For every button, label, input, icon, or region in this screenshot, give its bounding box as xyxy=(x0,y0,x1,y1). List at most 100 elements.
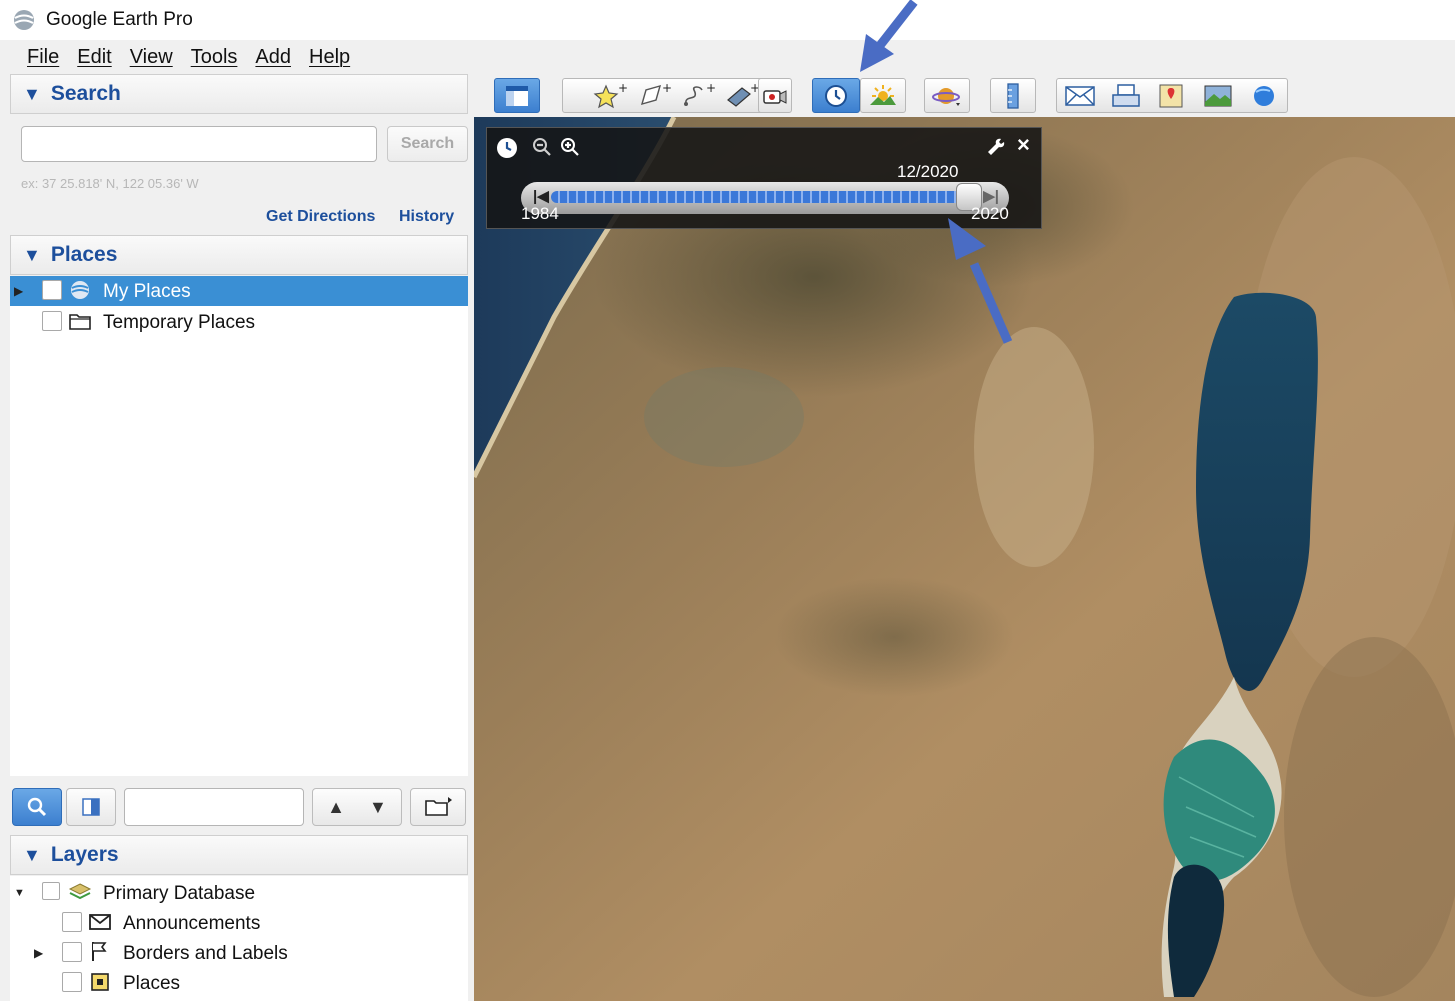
zoom-in-icon[interactable] xyxy=(559,136,581,158)
add-placemark-icon[interactable]: + xyxy=(592,82,628,110)
search-area: Search ex: 37 25.818' N, 122 05.36' W Ge… xyxy=(10,114,468,232)
print-icon[interactable] xyxy=(1108,82,1144,110)
ruler-button[interactable] xyxy=(990,78,1036,113)
collapse-triangle-icon: ▼ xyxy=(23,83,41,104)
flag-icon xyxy=(92,942,107,961)
search-button[interactable]: Search xyxy=(387,126,468,162)
share-tools-group xyxy=(1056,78,1288,113)
layer-announcements[interactable]: Announcements xyxy=(10,908,468,938)
layer-places[interactable]: Places xyxy=(10,968,468,998)
add-tools-group: + + + + xyxy=(562,78,790,113)
skip-to-end-icon[interactable]: ▶| xyxy=(983,187,999,205)
history-link[interactable]: History xyxy=(399,208,454,226)
places-layer-checkbox[interactable] xyxy=(62,972,82,992)
add-folder-button[interactable] xyxy=(410,788,466,826)
tree-item-label: My Places xyxy=(103,281,191,302)
historical-imagery-button[interactable] xyxy=(812,78,860,113)
borders-labels-checkbox[interactable] xyxy=(62,942,82,962)
annotation-arrow-slider xyxy=(948,218,1013,344)
tree-item-temporary-places[interactable]: Temporary Places xyxy=(10,307,468,337)
layer-label: Borders and Labels xyxy=(123,943,288,964)
earth-view-icon[interactable] xyxy=(1246,82,1282,110)
save-image-icon[interactable] xyxy=(1200,82,1236,110)
layer-borders-and-labels[interactable]: ▶ Borders and Labels xyxy=(10,938,468,968)
skip-to-start-icon[interactable]: |◀ xyxy=(533,187,549,205)
switch-planet-icon xyxy=(932,87,960,106)
search-places-button[interactable] xyxy=(12,788,62,826)
expand-arrow-icon[interactable]: ▶ xyxy=(34,946,43,960)
add-image-overlay-icon[interactable]: + xyxy=(724,82,760,110)
time-slider-fill xyxy=(551,191,969,203)
sidebar-toggle-button[interactable] xyxy=(494,78,540,113)
move-up-icon[interactable]: ▲ xyxy=(327,797,345,818)
panel-toggle-icon xyxy=(82,798,100,816)
zoom-out-icon[interactable] xyxy=(531,136,553,158)
clock-icon[interactable] xyxy=(495,136,519,160)
main-toolbar: + + + + xyxy=(472,74,1455,117)
places-toolbar: ▲ ▼ xyxy=(10,782,468,832)
places-filter-input[interactable] xyxy=(124,788,304,826)
places-tree: ▶ My Places Temporary Places xyxy=(10,276,468,776)
wrench-icon[interactable] xyxy=(985,136,1007,158)
tree-item-label: Temporary Places xyxy=(103,312,256,333)
search-input[interactable] xyxy=(21,126,377,162)
record-tour-button[interactable] xyxy=(758,78,792,113)
layer-label: Announcements xyxy=(123,913,261,934)
email-icon[interactable] xyxy=(1062,82,1098,110)
places-panel-header[interactable]: ▼ Places xyxy=(10,235,468,275)
folder-icon xyxy=(69,314,91,330)
menu-add[interactable]: Add xyxy=(255,46,291,69)
menu-edit[interactable]: Edit xyxy=(77,46,111,69)
svg-text:+: + xyxy=(618,82,628,95)
add-path-icon[interactable]: + xyxy=(680,82,716,110)
layer-label: Places xyxy=(123,973,181,994)
view-in-maps-icon[interactable] xyxy=(1154,82,1190,110)
my-places-checkbox[interactable] xyxy=(42,280,62,300)
record-tour-icon xyxy=(763,89,787,104)
toggle-panel-button[interactable] xyxy=(66,788,116,826)
left-panel: ▼ Search Search ex: 37 25.818' N, 122 05… xyxy=(0,74,472,1001)
collapse-triangle-icon: ▼ xyxy=(23,244,41,265)
collapse-triangle-icon: ▼ xyxy=(23,844,41,865)
annotation-arrow-toolbar xyxy=(860,0,918,72)
primary-database-checkbox[interactable] xyxy=(42,882,60,900)
announcements-checkbox[interactable] xyxy=(62,912,82,932)
envelope-icon xyxy=(89,914,111,930)
time-slider-start-year: 1984 xyxy=(521,204,559,223)
switch-planet-button[interactable] xyxy=(924,78,970,113)
historical-imagery-icon xyxy=(825,84,847,107)
time-slider-track[interactable]: |◀ ▶| xyxy=(521,182,1009,214)
menu-tools[interactable]: Tools xyxy=(191,46,238,69)
place-square-icon xyxy=(91,973,109,991)
expand-arrow-icon[interactable]: ▼ xyxy=(14,887,25,899)
temporary-places-checkbox[interactable] xyxy=(42,311,62,331)
menu-bar: File Edit View Tools Add Help xyxy=(0,40,1455,74)
title-bar: Google Earth Pro xyxy=(0,0,1455,40)
get-directions-link[interactable]: Get Directions xyxy=(266,208,375,226)
layer-primary-database[interactable]: ▼ Primary Database xyxy=(10,878,468,908)
layers-panel-header[interactable]: ▼ Layers xyxy=(10,835,468,875)
close-icon[interactable]: × xyxy=(1017,132,1030,158)
earth-icon xyxy=(71,281,89,299)
folder-add-icon xyxy=(425,797,452,816)
sunlight-button[interactable] xyxy=(860,78,906,113)
menu-help[interactable]: Help xyxy=(309,46,350,69)
search-header-label: Search xyxy=(50,82,121,105)
layers-header-label: Layers xyxy=(50,843,119,866)
move-down-icon[interactable]: ▼ xyxy=(369,797,387,818)
add-polygon-icon[interactable]: + xyxy=(636,82,672,110)
ruler-icon xyxy=(1007,82,1019,109)
layers-stack-icon xyxy=(68,883,92,900)
time-slider-current-date: 12/2020 xyxy=(897,162,959,181)
menu-view[interactable]: View xyxy=(130,46,173,69)
places-header-label: Places xyxy=(50,243,118,266)
window-title: Google Earth Pro xyxy=(46,9,193,30)
expand-arrow-icon[interactable]: ▶ xyxy=(14,284,23,298)
search-panel-header[interactable]: ▼ Search xyxy=(10,74,468,114)
svg-text:+: + xyxy=(706,82,716,95)
menu-file[interactable]: File xyxy=(27,46,59,69)
sunlight-icon xyxy=(870,84,896,105)
tree-item-my-places[interactable]: ▶ My Places xyxy=(10,276,468,306)
search-example-hint: ex: 37 25.818' N, 122 05.36' W xyxy=(21,176,199,191)
google-earth-icon xyxy=(14,10,34,30)
